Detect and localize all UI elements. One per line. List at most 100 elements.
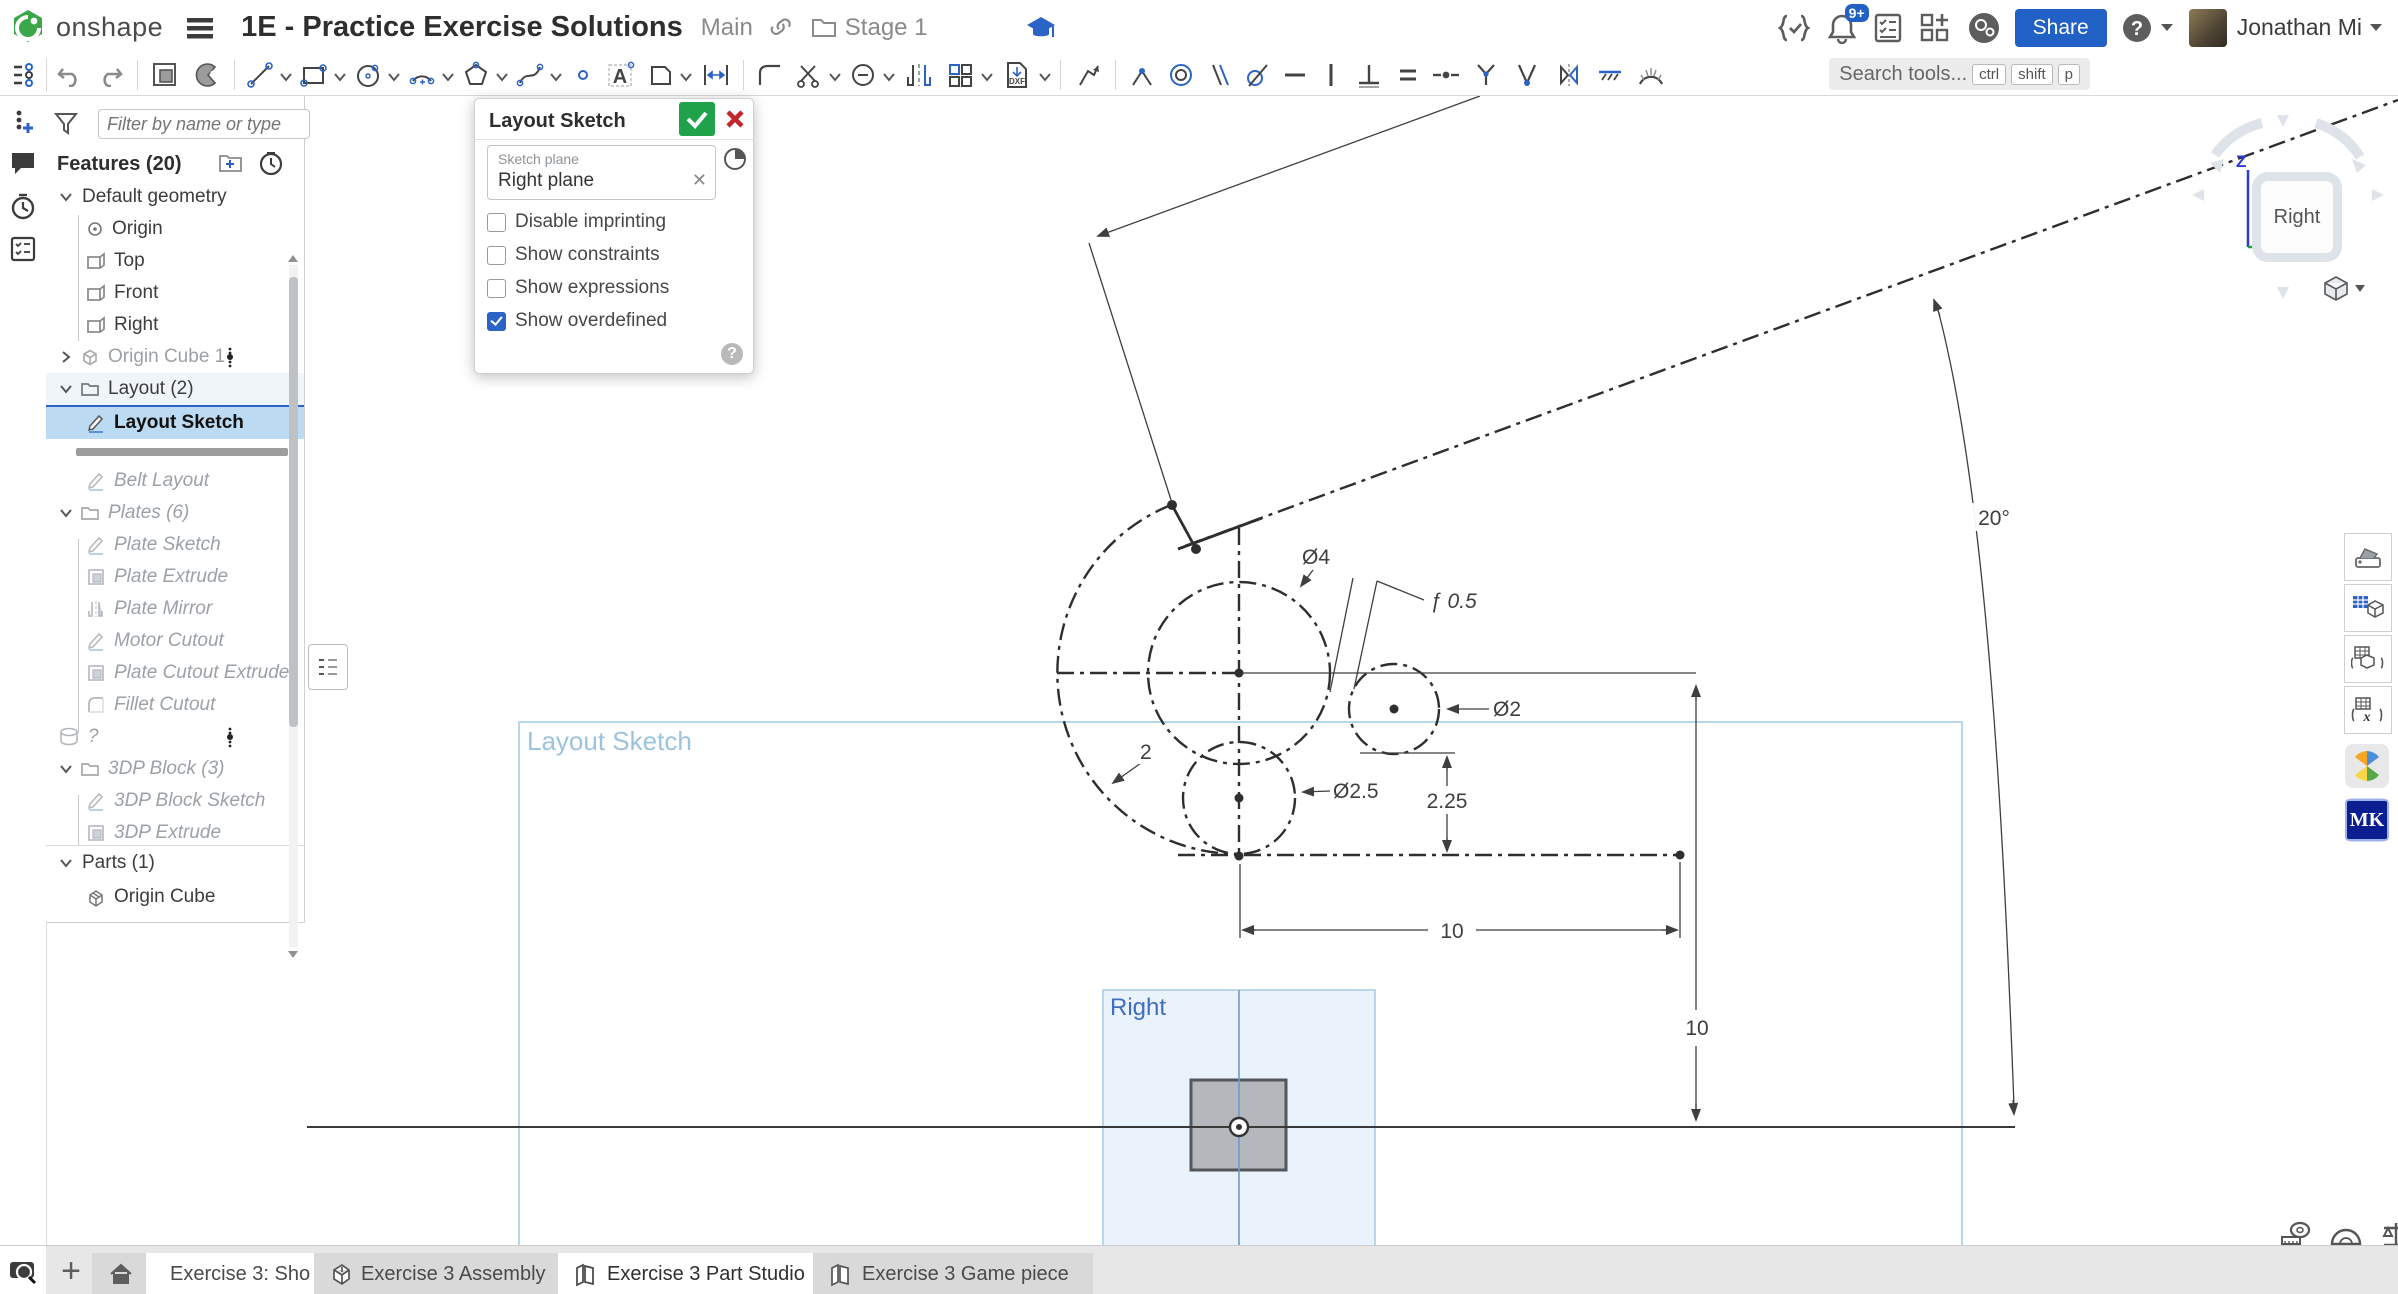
tab-exercise-3-part-studio[interactable]: Exercise 3 Part Studio: [558, 1253, 842, 1294]
midpoint-constraint[interactable]: [1426, 58, 1466, 92]
feature-row-top[interactable]: Top: [46, 245, 304, 277]
arc-menu-caret[interactable]: [441, 72, 455, 82]
tasks-icon[interactable]: [1873, 12, 1903, 44]
sketch-list-flyout-button[interactable]: [308, 644, 348, 690]
origin-cube-part[interactable]: [1191, 1080, 1286, 1170]
dim-d2[interactable]: Ø2: [1448, 695, 1529, 721]
hamburger-icon[interactable]: [185, 15, 215, 41]
feature-row-belt-layout[interactable]: Belt Layout: [46, 465, 304, 497]
feature-list-toggle[interactable]: [0, 58, 47, 92]
circle-menu-caret[interactable]: [387, 72, 401, 82]
trim-tool[interactable]: [790, 58, 828, 92]
perpendicular-constraint[interactable]: [1348, 58, 1390, 92]
onshape-logo[interactable]: [8, 8, 48, 48]
dimension-tool[interactable]: [695, 58, 737, 92]
tilt-down-arrow[interactable]: [2277, 287, 2289, 299]
help-icon[interactable]: ?: [2121, 12, 2153, 44]
circle-d4[interactable]: [1148, 582, 1330, 764]
circle-d2[interactable]: [1349, 664, 1439, 754]
chevron-down-icon[interactable]: [58, 381, 74, 397]
rotate-right-arrow[interactable]: [2316, 123, 2360, 157]
pierce-constraint[interactable]: [1466, 58, 1506, 92]
checkbox-icon[interactable]: [487, 246, 506, 265]
spline-menu-caret[interactable]: [549, 72, 563, 82]
filter-icon[interactable]: [54, 112, 80, 136]
tab-exercise-3-assembly[interactable]: Exercise 3 Assembly: [314, 1253, 590, 1294]
rotate-left-arrow[interactable]: [2215, 123, 2262, 155]
equal-constraint[interactable]: [1390, 58, 1426, 92]
curvature-constraint[interactable]: [1630, 58, 1672, 92]
history-icon[interactable]: [9, 192, 37, 220]
share-button[interactable]: Share: [2015, 9, 2107, 47]
new-tab-button[interactable]: +: [54, 1253, 88, 1289]
new-folder-icon[interactable]: [218, 152, 244, 174]
feature-row-plate-extrude[interactable]: Plate Extrude: [46, 561, 304, 593]
chevron-right-icon[interactable]: [58, 349, 74, 365]
dim-vertical-10[interactable]: 10: [1680, 686, 1714, 1120]
feature-row-plate-mirror[interactable]: Plate Mirror: [46, 593, 304, 625]
dim-d2-5[interactable]: Ø2.5: [1303, 777, 1385, 803]
dim-fillet[interactable]: ƒ 0.5: [1330, 578, 1488, 692]
horizontal-constraint[interactable]: [1276, 58, 1314, 92]
text-tool[interactable]: A: [601, 58, 641, 92]
logo-text[interactable]: onshape: [56, 12, 163, 43]
parts-header-row[interactable]: Parts (1): [46, 846, 304, 880]
angled-line-solid-start[interactable]: [1178, 518, 1262, 549]
clear-field-icon[interactable]: ✕: [692, 170, 707, 191]
line-tool[interactable]: [241, 58, 279, 92]
scroll-down-arrow[interactable]: [288, 951, 298, 958]
slot-menu-caret[interactable]: [679, 72, 693, 82]
feature-row-plate-sketch[interactable]: Plate Sketch: [46, 529, 304, 561]
feature-row-origin-cube-1[interactable]: Origin Cube 1: [46, 341, 304, 373]
redo-button[interactable]: [91, 58, 131, 92]
feature-row-plate-cutout-extrude[interactable]: Plate Cutout Extrude: [46, 657, 304, 689]
offset-tool[interactable]: [844, 58, 882, 92]
feature-row-plates-folder[interactable]: Plates (6): [46, 497, 304, 529]
polygon-tool[interactable]: [457, 58, 495, 92]
circle-tool[interactable]: [349, 58, 387, 92]
convert-tool[interactable]: [1067, 58, 1109, 92]
circle-d2-5[interactable]: [1183, 742, 1295, 854]
chevron-down-icon[interactable]: [58, 505, 74, 521]
checkbox-disable-imprinting[interactable]: Disable imprinting: [487, 211, 666, 233]
dialog-confirm-button[interactable]: [679, 102, 715, 136]
ai-head-icon[interactable]: [1967, 11, 2001, 45]
dialog-cancel-button[interactable]: [721, 105, 749, 133]
pattern-tool[interactable]: [940, 58, 980, 92]
document-title[interactable]: 1E - Practice Exercise Solutions: [241, 11, 683, 44]
checkbox-show-constraints[interactable]: Show constraints: [487, 244, 660, 266]
feature-row-layout-folder[interactable]: Layout (2): [46, 373, 304, 405]
selection-filter-icon[interactable]: [723, 147, 747, 171]
concentric-constraint[interactable]: [1162, 58, 1200, 92]
feature-row-front[interactable]: Front: [46, 277, 304, 309]
user-name[interactable]: Jonathan Mi: [2237, 14, 2362, 41]
intersect-tool[interactable]: [186, 58, 228, 92]
pan-left-arrow[interactable]: [2192, 189, 2204, 201]
feature-row-3dp-block-sketch[interactable]: 3DP Block Sketch: [46, 785, 304, 817]
history-clock-icon[interactable]: [258, 150, 284, 176]
checkbox-show-expressions[interactable]: Show expressions: [487, 277, 669, 299]
mirror-tool[interactable]: [898, 58, 940, 92]
avatar[interactable]: [2189, 9, 2227, 47]
workspace-name[interactable]: Stage 1: [845, 14, 928, 42]
checkbox-icon[interactable]: [487, 279, 506, 298]
education-cap-icon[interactable]: [1024, 13, 1058, 43]
origin-marker[interactable]: [1230, 1118, 1248, 1136]
apps-plus-icon[interactable]: [1919, 12, 1951, 44]
parallel-constraint[interactable]: [1200, 58, 1238, 92]
fillet-tool[interactable]: [750, 58, 790, 92]
normal-constraint[interactable]: [1506, 58, 1548, 92]
pattern-menu-caret[interactable]: [980, 72, 994, 82]
feature-scrollbar-thumb[interactable]: [289, 277, 298, 727]
mk-app-button[interactable]: MK: [2345, 798, 2389, 842]
dxf-import-tool[interactable]: DXF: [996, 58, 1038, 92]
rollback-bar[interactable]: [46, 439, 304, 465]
scroll-up-arrow[interactable]: [288, 255, 298, 262]
drag-handle-icon[interactable]: [224, 726, 236, 748]
vertical-constraint[interactable]: [1314, 58, 1348, 92]
feature-row-origin[interactable]: Origin: [46, 213, 304, 245]
dim-d4[interactable]: Ø4: [1300, 543, 1342, 586]
sketch-plane-field[interactable]: Sketch plane Right plane ✕: [487, 145, 716, 200]
tab-search-button[interactable]: [0, 1246, 46, 1294]
large-construction-arc[interactable]: [1057, 505, 1239, 854]
